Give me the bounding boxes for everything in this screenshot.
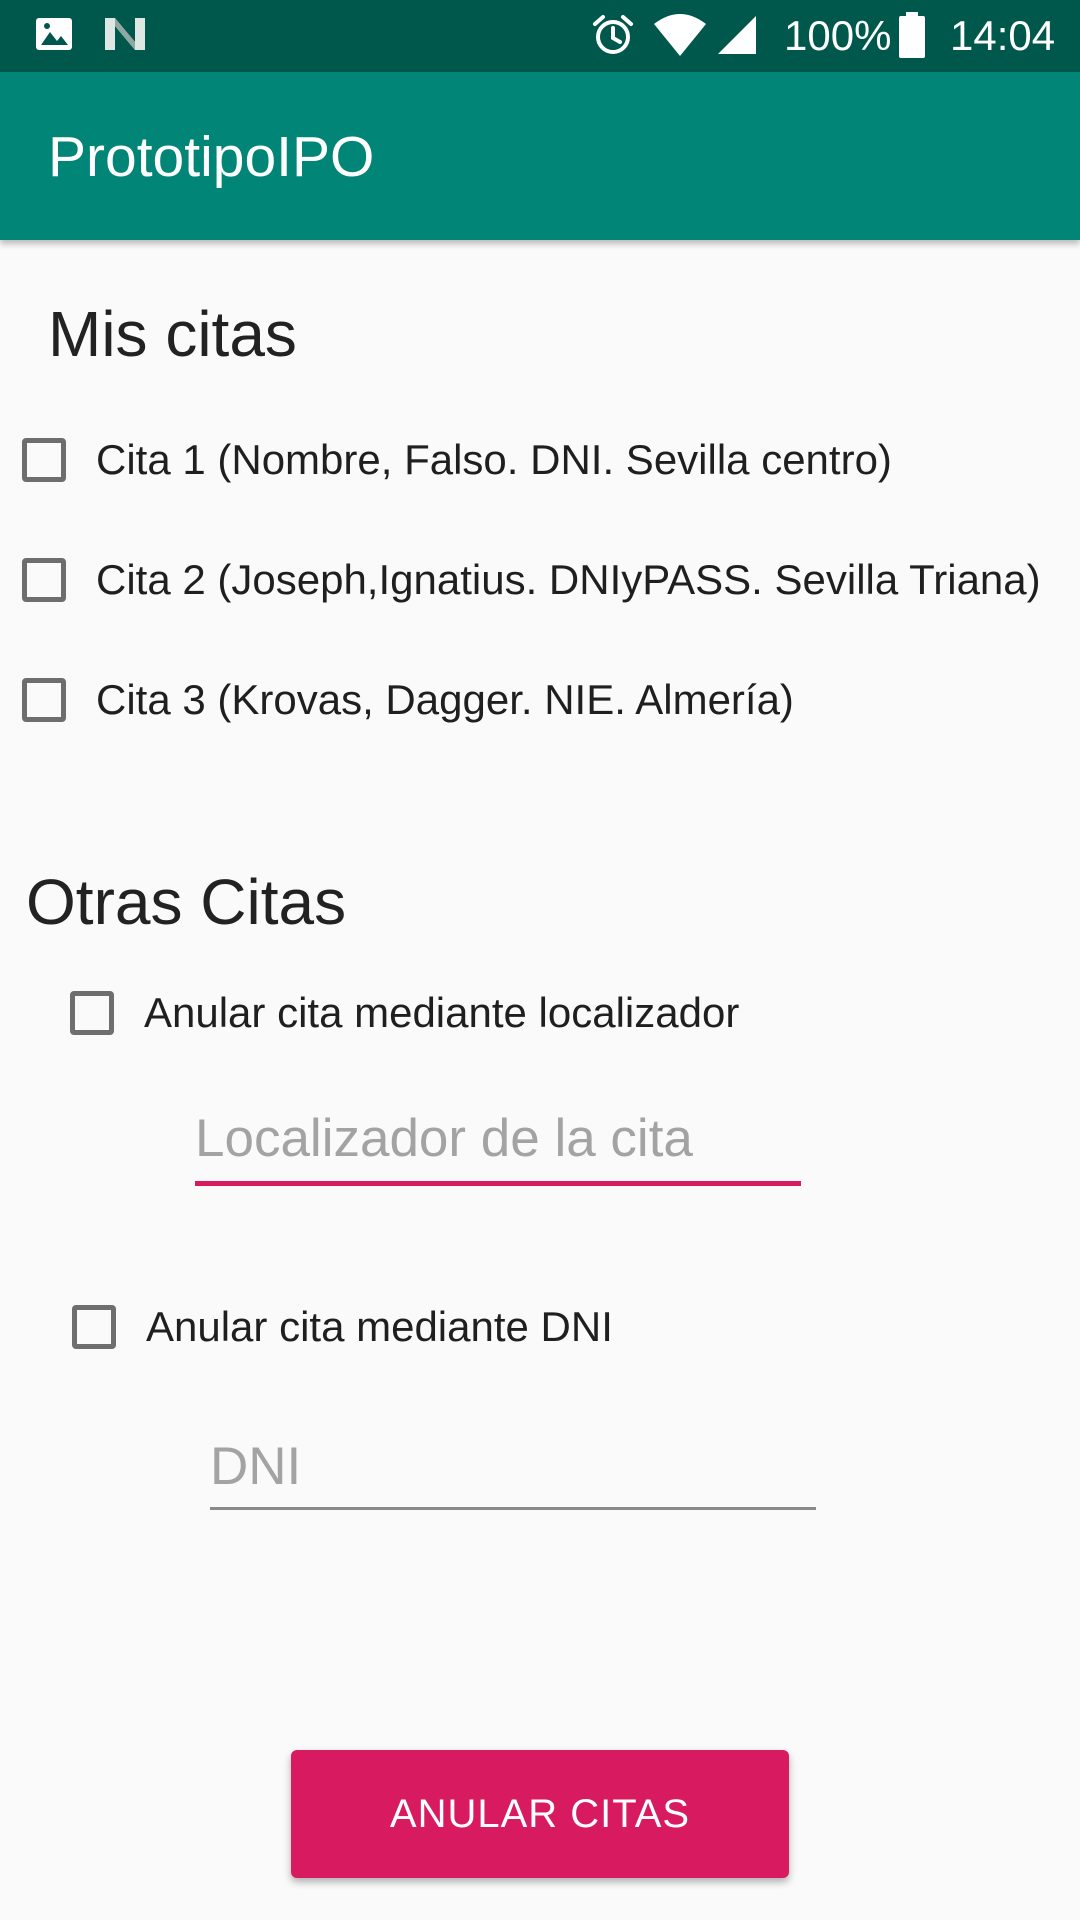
cita-3-checkbox[interactable]: [22, 678, 66, 722]
image-icon: [34, 14, 74, 59]
alarm-icon: [590, 12, 636, 63]
cita-2-label[interactable]: Cita 2 (Joseph,Ignatius. DNIyPASS. Sevil…: [96, 554, 1041, 606]
cita-3-checkbox-row[interactable]: Cita 3 (Krovas, Dagger. NIE. Almería): [22, 660, 794, 740]
wifi-icon: [652, 12, 708, 63]
localizador-checkbox-row[interactable]: Anular cita mediante localizador: [70, 973, 739, 1053]
battery-icon: [898, 12, 926, 63]
localizador-checkbox-label[interactable]: Anular cita mediante localizador: [144, 987, 739, 1039]
app-screen: 100% 14:04 PrototipoIPO Mis citas Cita 1…: [0, 0, 1080, 1920]
cita-2-checkbox-row[interactable]: Cita 2 (Joseph,Ignatius. DNIyPASS. Sevil…: [22, 540, 1041, 620]
dni-checkbox-row[interactable]: Anular cita mediante DNI: [72, 1287, 613, 1367]
dni-checkbox-label[interactable]: Anular cita mediante DNI: [146, 1301, 613, 1353]
localizador-input[interactable]: [195, 1104, 801, 1174]
app-bar: PrototipoIPO: [0, 72, 1080, 240]
cita-2-checkbox[interactable]: [22, 558, 66, 602]
cell-signal-icon: [716, 14, 758, 61]
dni-checkbox[interactable]: [72, 1305, 116, 1349]
dni-underline: [210, 1507, 816, 1510]
cita-1-checkbox[interactable]: [22, 438, 66, 482]
cita-1-checkbox-row[interactable]: Cita 1 (Nombre, Falso. DNI. Sevilla cent…: [22, 420, 892, 500]
status-bar: 100% 14:04: [0, 0, 1080, 72]
anular-citas-button[interactable]: ANULAR CITAS: [291, 1750, 789, 1878]
dni-field[interactable]: [210, 1432, 816, 1510]
localizador-checkbox[interactable]: [70, 991, 114, 1035]
n-logo-icon: [102, 14, 148, 59]
clock-time: 14:04: [950, 12, 1056, 59]
app-title: PrototipoIPO: [48, 125, 375, 189]
localizador-underline: [195, 1181, 801, 1186]
dni-input[interactable]: [210, 1432, 816, 1502]
otras-citas-title: Otras Citas: [26, 866, 347, 938]
localizador-field[interactable]: [195, 1104, 801, 1186]
mis-citas-title: Mis citas: [48, 298, 297, 370]
battery-percent: 100%: [784, 12, 892, 59]
cita-1-label[interactable]: Cita 1 (Nombre, Falso. DNI. Sevilla cent…: [96, 434, 892, 486]
cita-3-label[interactable]: Cita 3 (Krovas, Dagger. NIE. Almería): [96, 674, 794, 726]
